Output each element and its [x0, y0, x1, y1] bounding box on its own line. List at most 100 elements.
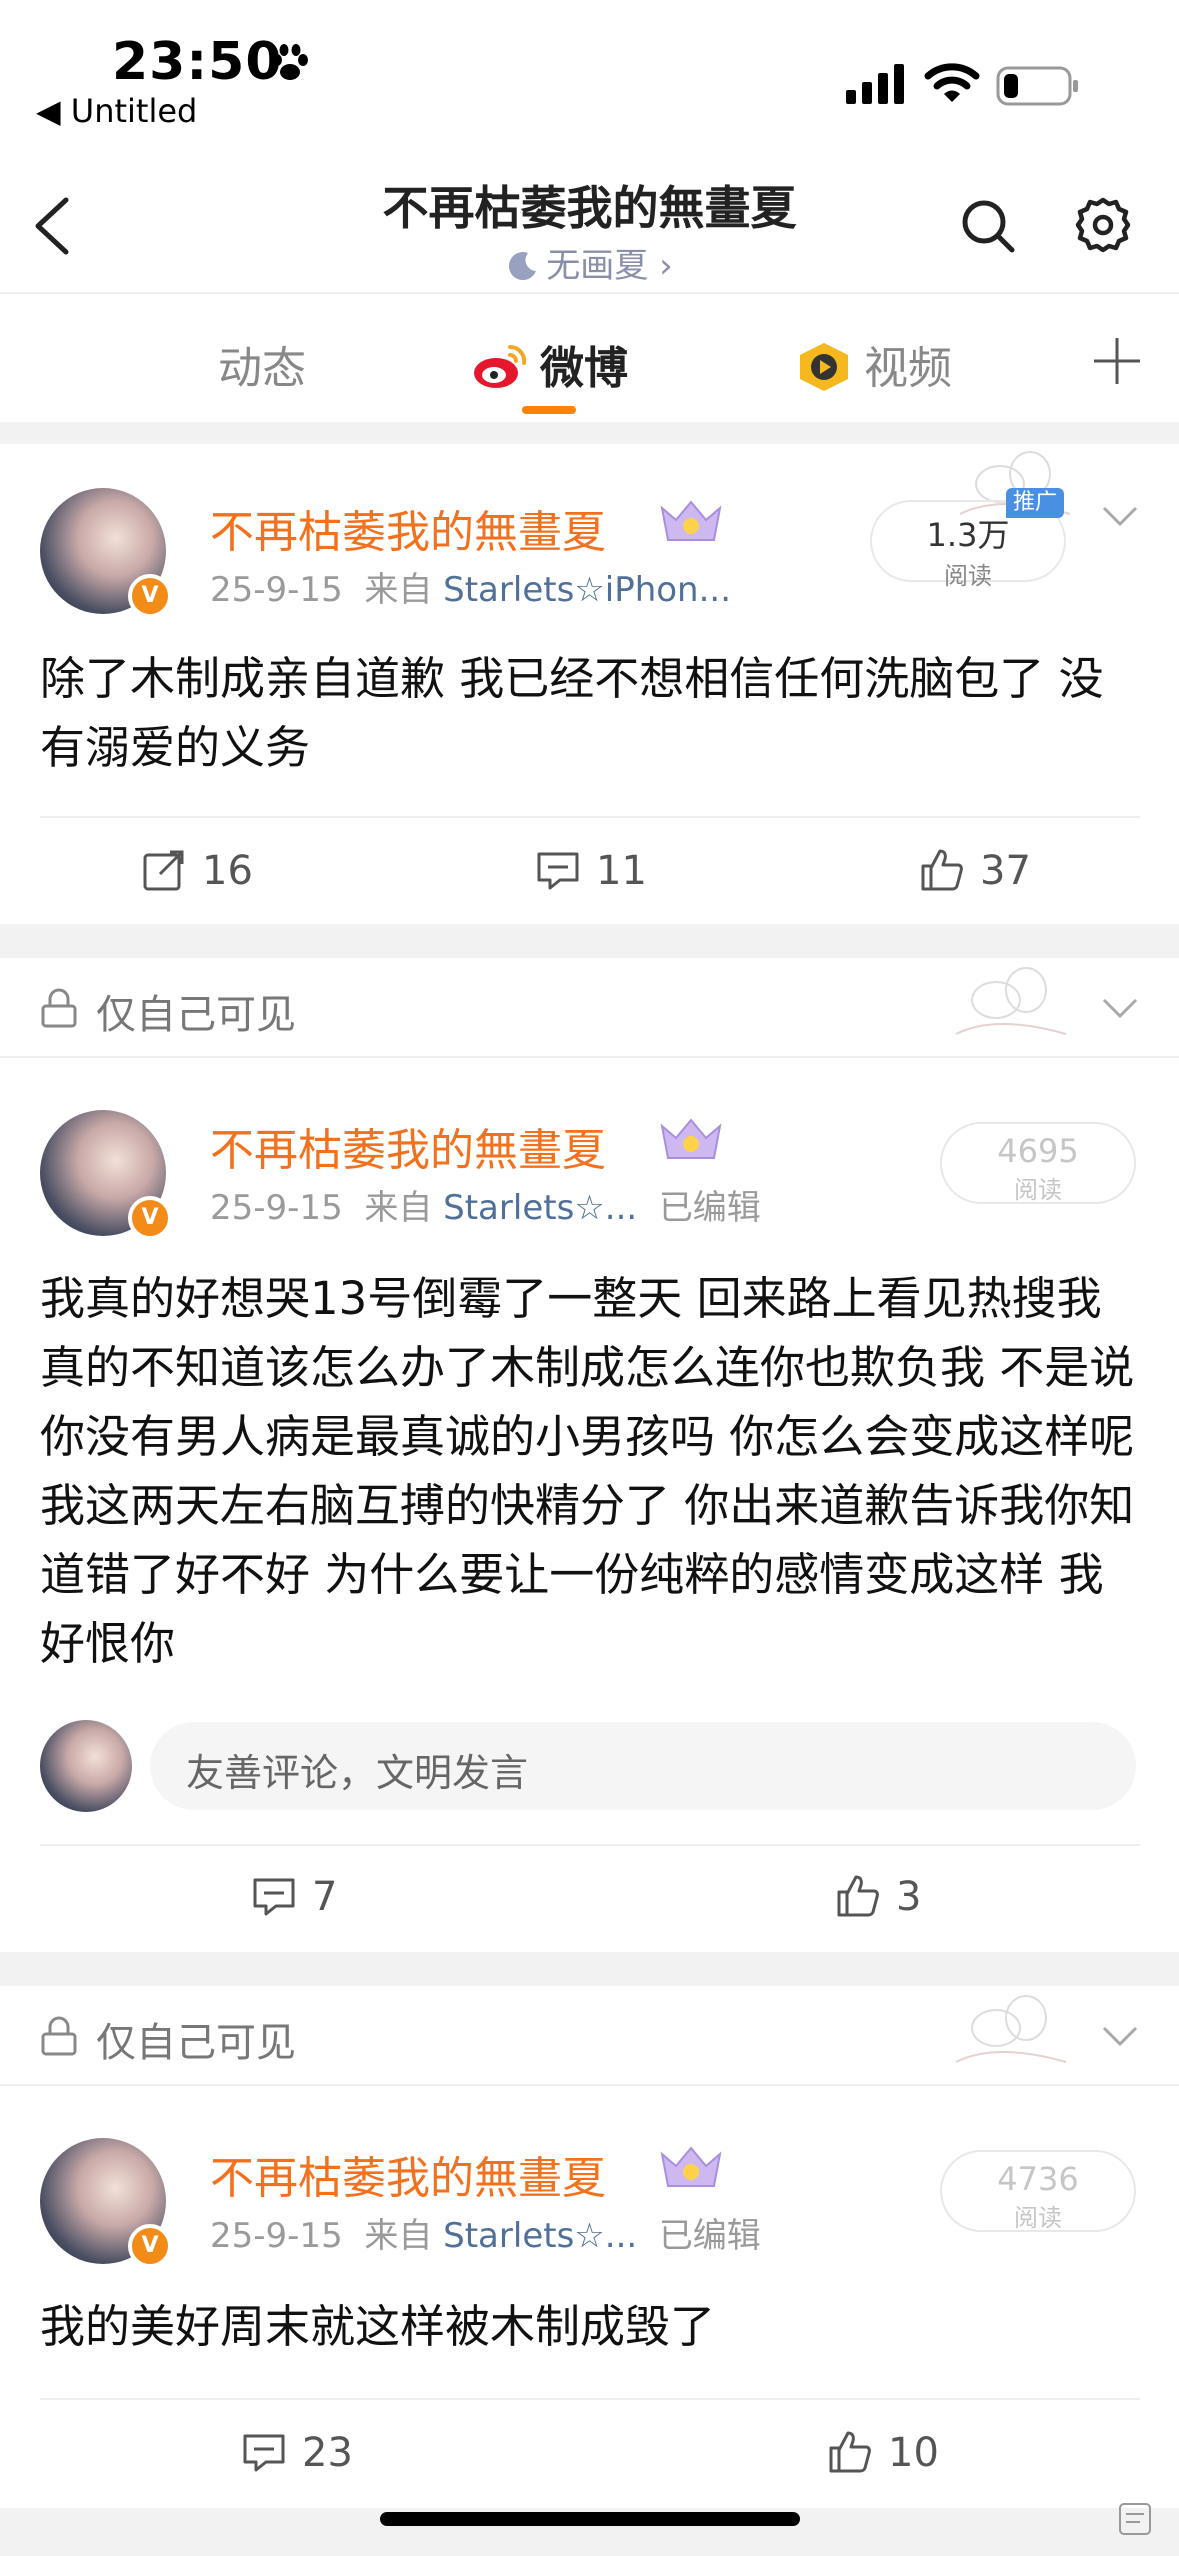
- visibility-label: 仅自己可见: [96, 2020, 296, 2066]
- comment-input[interactable]: 友善评论，文明发言: [150, 1722, 1136, 1810]
- member-crown-icon: [660, 500, 722, 541]
- like-button[interactable]: 37: [918, 846, 1031, 894]
- lock-icon: [41, 988, 77, 1028]
- active-tab-indicator: [522, 406, 576, 414]
- comment-icon: [243, 2434, 285, 2472]
- post-username[interactable]: 不再枯萎我的無畫夏: [210, 1114, 606, 1178]
- comment-button[interactable]: 7: [250, 1872, 337, 1920]
- video-badge-icon: [800, 343, 848, 391]
- section-gap: [0, 1952, 1179, 1986]
- post-date: 25-9-15: [210, 1188, 343, 1228]
- avatar[interactable]: V: [40, 1110, 172, 1240]
- post-meta: 25-9-15 来自 Starlets☆... 已编辑: [210, 1180, 761, 1229]
- add-tab-icon[interactable]: [1090, 334, 1144, 388]
- clock: 23:50: [112, 32, 283, 92]
- member-crown-icon: [660, 1118, 722, 1159]
- source-prefix: 来自: [364, 1188, 433, 1228]
- chevron-down-icon[interactable]: [1100, 2024, 1140, 2050]
- thumbs-up-icon: [921, 849, 963, 891]
- divider: [40, 816, 1140, 818]
- status-bar: 23:50 ◀ Untitled: [0, 0, 1179, 150]
- section-gap: [0, 924, 1179, 958]
- comment-button[interactable]: 11: [534, 846, 647, 894]
- comment-count: 23: [302, 2430, 353, 2476]
- repost-count: 16: [202, 848, 253, 894]
- weibo-logo-icon: [474, 344, 527, 388]
- weibo-post: V 不再枯萎我的無畫夏 25-9-15 来自 Starlets☆iPhon...…: [0, 444, 1179, 924]
- edited-label: 已编辑: [658, 2216, 761, 2256]
- read-count-badge: 4736 阅读: [940, 2150, 1136, 2232]
- thumbs-up-icon: [837, 1875, 879, 1917]
- post-source[interactable]: Starlets☆...: [443, 1188, 637, 1228]
- tab-weibo[interactable]: 微博: [470, 332, 628, 396]
- back-to-app-link[interactable]: ◀ Untitled: [36, 92, 197, 130]
- divider: [40, 2398, 1140, 2400]
- read-label: 阅读: [944, 562, 992, 590]
- like-count: 3: [896, 1874, 922, 1920]
- tab-dynamics[interactable]: 动态: [218, 332, 306, 396]
- like-button[interactable]: 3: [834, 1872, 921, 1920]
- post-username[interactable]: 不再枯萎我的無畫夏: [210, 496, 606, 560]
- post-meta: 25-9-15 来自 Starlets☆... 已编辑: [210, 2208, 761, 2257]
- tab-weibo-label: 微博: [540, 343, 628, 394]
- decoration-flower-icon: [955, 1995, 1067, 2063]
- post-username[interactable]: 不再枯萎我的無畫夏: [210, 2142, 606, 2206]
- like-count: 10: [888, 2430, 939, 2476]
- comment-count: 7: [312, 1874, 338, 1920]
- post-text: 我的美好周末就这样被木制成毁了: [40, 2300, 716, 2353]
- promote-badge[interactable]: 推广: [1006, 488, 1064, 518]
- read-label: 阅读: [1014, 2204, 1062, 2232]
- edited-label: 已编辑: [658, 1188, 761, 1228]
- source-prefix: 来自: [364, 570, 433, 610]
- profile-tabs: 动态 微博 视频: [0, 292, 1179, 422]
- chevron-down-icon[interactable]: [1100, 996, 1140, 1022]
- like-count: 37: [980, 848, 1031, 894]
- comment-count: 11: [596, 848, 647, 894]
- divider: [40, 1844, 1140, 1846]
- verified-badge-icon: V: [128, 574, 172, 618]
- weibo-post: V 不再枯萎我的無畫夏 25-9-15 来自 Starlets☆... 已编辑 …: [0, 2088, 1179, 2508]
- visibility-row: 仅自己可见: [0, 1986, 1179, 2086]
- comment-button[interactable]: 23: [240, 2428, 353, 2476]
- repost-icon: [143, 850, 184, 891]
- home-indicator[interactable]: [380, 2512, 800, 2526]
- like-button[interactable]: 10: [826, 2428, 939, 2476]
- thumbs-up-icon: [829, 2431, 871, 2473]
- post-text: 除了木制成亲自道歉 我已经不想相信任何洗脑包了 没有溺爱的义务: [40, 652, 1104, 774]
- post-date: 25-9-15: [210, 2216, 343, 2256]
- avatar[interactable]: V: [40, 2138, 172, 2268]
- member-crown-icon: [660, 2146, 722, 2187]
- wifi-icon: [924, 63, 980, 102]
- comment-icon: [253, 1878, 295, 1916]
- text-size-icon[interactable]: [1118, 2500, 1158, 2540]
- weibo-post: V 不再枯萎我的無畫夏 25-9-15 来自 Starlets☆... 已编辑 …: [0, 1060, 1179, 1952]
- verified-badge-icon: V: [128, 2224, 172, 2268]
- cellular-signal-icon: [846, 64, 904, 104]
- tab-video-label: 视频: [864, 343, 952, 394]
- repost-button[interactable]: 16: [140, 846, 253, 894]
- tab-video[interactable]: 视频: [794, 332, 952, 396]
- post-source[interactable]: Starlets☆...: [443, 2216, 637, 2256]
- comment-icon: [537, 852, 579, 890]
- avatar[interactable]: V: [40, 488, 172, 618]
- post-text: 我真的好想哭13号倒霉了一整天 回来路上看见热搜我真的不知道该怎么办了木制成怎么…: [40, 1272, 1135, 1670]
- verified-badge-icon: V: [128, 1196, 172, 1240]
- search-icon[interactable]: [960, 198, 1016, 254]
- decoration-flower-icon: [955, 967, 1067, 1035]
- nickname-text: 无画夏 ›: [546, 246, 673, 286]
- section-gap: [0, 422, 1179, 444]
- commenter-avatar: [40, 1720, 132, 1812]
- read-count: 4695: [997, 1132, 1079, 1170]
- post-meta: 25-9-15 来自 Starlets☆iPhon...: [210, 562, 731, 611]
- lock-icon: [41, 2016, 77, 2056]
- visibility-label: 仅自己可见: [96, 992, 296, 1038]
- battery-icon: [996, 66, 1078, 106]
- paw-icon: [272, 44, 308, 80]
- read-label: 阅读: [1014, 1176, 1062, 1204]
- source-prefix: 来自: [364, 2216, 433, 2256]
- chevron-down-icon[interactable]: [1100, 504, 1140, 530]
- gear-icon[interactable]: [1074, 196, 1132, 254]
- post-source[interactable]: Starlets☆iPhon...: [443, 570, 731, 610]
- post-date: 25-9-15: [210, 570, 343, 610]
- visibility-row: 仅自己可见: [0, 958, 1179, 1058]
